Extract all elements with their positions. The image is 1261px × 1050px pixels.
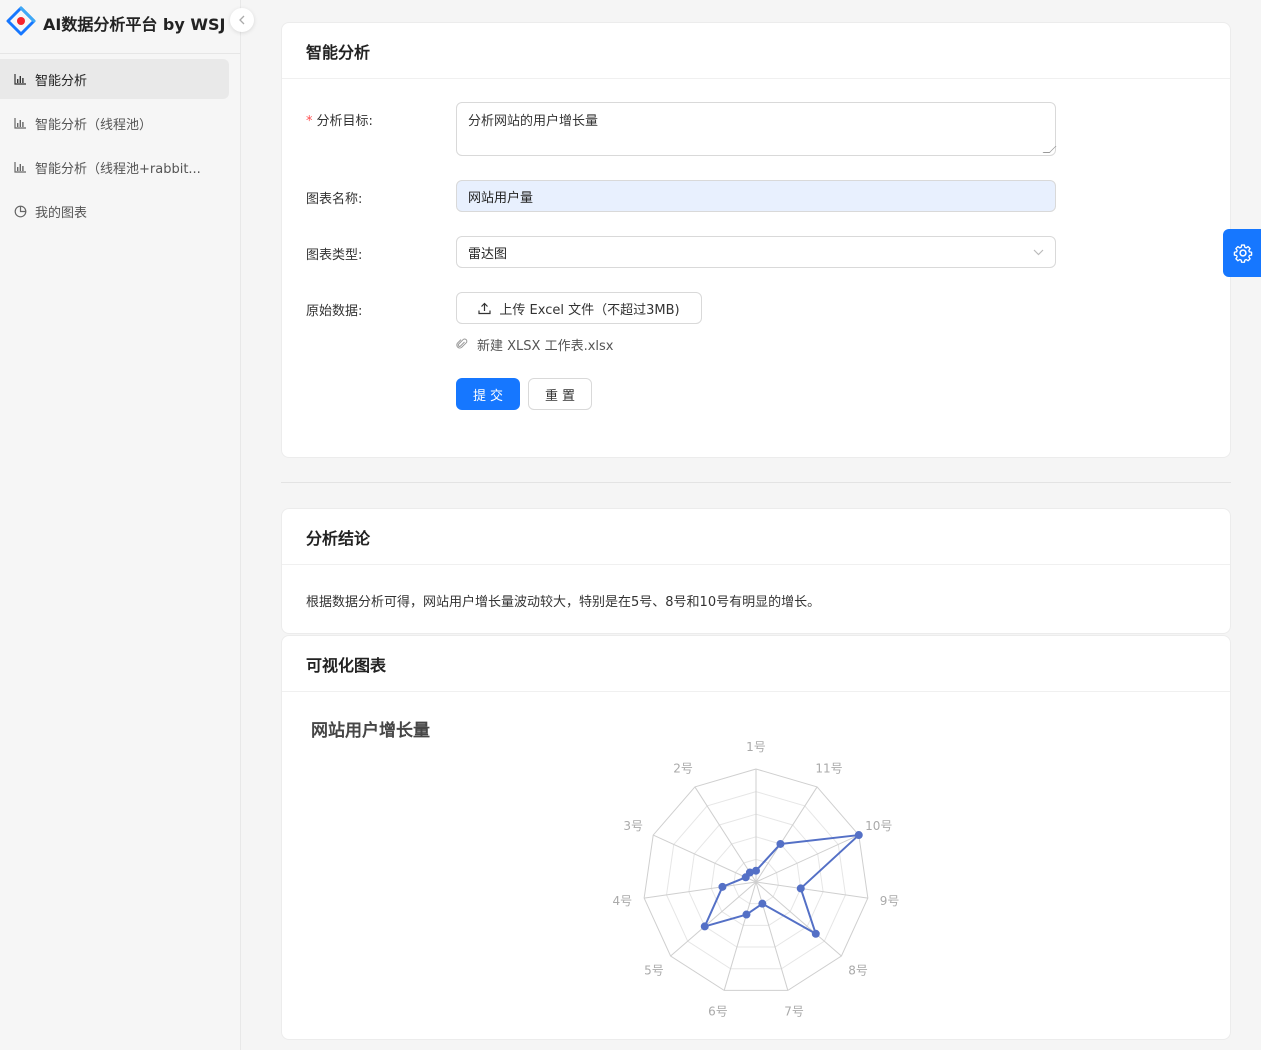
uploaded-file-item[interactable]: 新建 XLSX 工作表.xlsx [456, 333, 613, 355]
reset-button[interactable]: 重置 [528, 378, 592, 410]
upload-excel-button[interactable]: 上传 Excel 文件（不超过3MB) [456, 292, 702, 324]
gear-icon [1233, 244, 1253, 263]
radar-data-point [854, 831, 863, 840]
settings-button[interactable] [1223, 229, 1261, 277]
radar-data-point [741, 873, 750, 882]
radar-data-point [796, 884, 805, 893]
radar-axis-line [755, 881, 789, 991]
radar-indicator-label: 3号 [623, 819, 643, 833]
sidebar-item-label: 智能分析（线程池+rabbit... [35, 161, 201, 177]
section-divider [281, 482, 1231, 483]
sidebar-item-smart-analysis[interactable]: 智能分析 [0, 59, 229, 99]
raw-data-label: 原始数据: [306, 304, 363, 319]
chart-name-label: 图表名称: [306, 192, 363, 207]
radar-data-point [811, 929, 820, 938]
upload-icon [478, 302, 492, 314]
radar-indicator-label: 11号 [815, 761, 842, 775]
radar-indicator-label: 6号 [708, 1005, 728, 1019]
paperclip-icon [456, 338, 468, 349]
radar-data-point [758, 899, 767, 908]
radar-data-point [700, 922, 709, 931]
radar-indicator-label: 7号 [784, 1005, 804, 1019]
bar-chart-icon [13, 160, 27, 174]
sidebar-item-label: 智能分析 [35, 73, 88, 89]
radar-series-line [703, 834, 860, 935]
sidebar-item-label: 智能分析（线程池） [35, 117, 153, 133]
radar-chart: 1号 2号 3号 4号 5号 6号 7号 8号 9号 10号 11号 [613, 740, 900, 1019]
sidebar-collapse-button[interactable] [230, 8, 254, 32]
goal-label: * 分析目标: [306, 114, 373, 129]
pie-chart-icon [13, 204, 27, 218]
sidebar-item-smart-analysis-threadpool[interactable]: 智能分析（线程池） [0, 103, 229, 143]
conclusion-card: 分析结论 根据数据分析可得，网站用户增长量波动较大，特别是在5号、8号和10号有… [281, 508, 1231, 634]
sidebar-item-my-charts[interactable]: 我的图表 [0, 191, 229, 231]
chart-type-label: 图表类型: [306, 248, 363, 263]
chart-type-select[interactable]: 雷达图 [456, 236, 1056, 268]
sidebar-item-smart-analysis-rabbitmq[interactable]: 智能分析（线程池+rabbit... [0, 147, 229, 187]
radar-axis-line [755, 881, 868, 899]
analysis-form-card: 智能分析 * 分析目标: 分析网站的用户增长量 图表名称: 网站用户量 图表类型:… [281, 22, 1231, 458]
radar-indicator-label: 10号 [865, 819, 892, 833]
logo-icon [6, 6, 36, 36]
radar-axis-line [644, 881, 757, 899]
radar-data-point [742, 910, 751, 919]
sidebar: AI数据分析平台 by WSJ 智能分析 智能分析（线程池） 智能分析（线程池+… [0, 0, 241, 1050]
radar-indicator-label: 2号 [673, 761, 693, 775]
conclusion-text: 根据数据分析可得，网站用户增长量波动较大，特别是在5号、8号和10号有明显的增长… [306, 595, 821, 610]
form-card-title: 智能分析 [282, 23, 1230, 79]
radar-indicator-label: 8号 [848, 963, 868, 977]
chevron-down-icon [1033, 249, 1044, 255]
bar-chart-icon [13, 72, 27, 86]
chart-name-input[interactable]: 网站用户量 [456, 180, 1056, 212]
radar-data-point [718, 882, 727, 891]
bar-chart-icon [13, 116, 27, 130]
goal-textarea[interactable]: 分析网站的用户增长量 [456, 102, 1057, 156]
conclusion-card-title: 分析结论 [282, 509, 1230, 565]
radar-indicator-label: 4号 [613, 894, 633, 908]
radar-data-point [776, 839, 785, 848]
radar-axis-line [723, 881, 757, 991]
sidebar-item-label: 我的图表 [35, 205, 88, 221]
resize-handle-icon[interactable] [1042, 146, 1057, 153]
submit-button[interactable]: 提交 [456, 378, 520, 410]
radar-indicator-label: 5号 [644, 963, 664, 977]
radar-indicator-label: 9号 [880, 894, 900, 908]
chart-card: 可视化图表 网站用户增长量 1号 2号 3号 4号 5号 6号 7号 8号 9号 10号 11号 [281, 635, 1231, 1040]
chevron-left-icon [239, 15, 245, 25]
brand-header: AI数据分析平台 by WSJ [0, 0, 241, 54]
radar-indicator-label: 1号 [746, 740, 766, 754]
app-title: AI数据分析平台 by WSJ [43, 15, 226, 34]
